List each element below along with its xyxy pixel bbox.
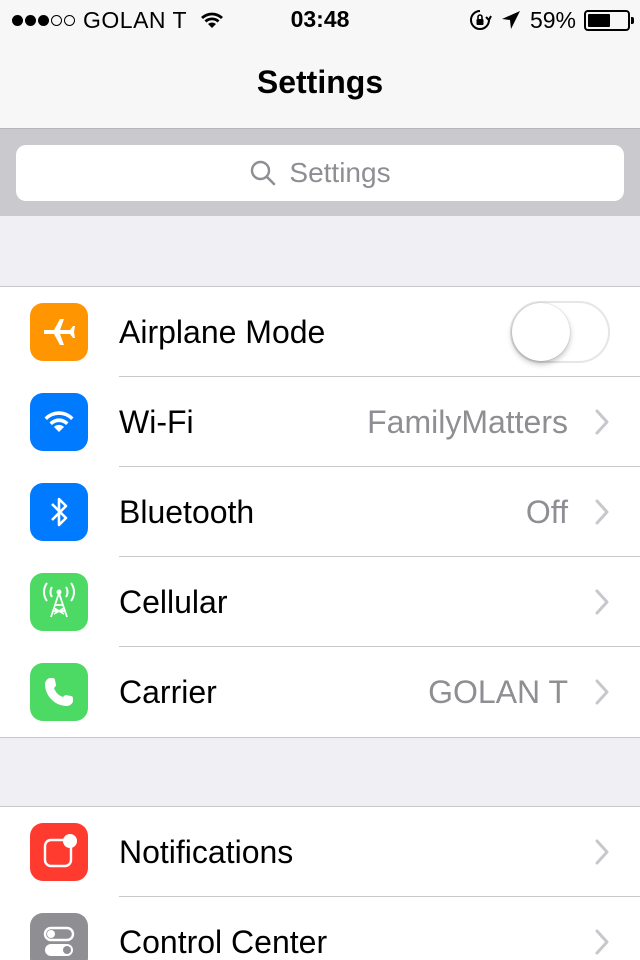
row-airplane-mode[interactable]: Airplane Mode [0, 287, 640, 377]
wifi-icon [30, 393, 88, 451]
notifications-icon [30, 823, 88, 881]
row-label: Carrier [119, 673, 217, 710]
control-center-icon [30, 913, 88, 960]
navigation-bar: Settings [0, 40, 640, 128]
row-wifi[interactable]: Wi-Fi FamilyMatters [0, 377, 640, 467]
chevron-right-icon [595, 409, 609, 435]
row-carrier[interactable]: Carrier GOLAN T [0, 647, 640, 737]
search-bar: Settings [0, 128, 640, 216]
chevron-right-icon [595, 929, 609, 955]
row-value: FamilyMatters [367, 403, 568, 440]
status-right: 59% [468, 0, 634, 40]
chevron-right-icon [595, 499, 609, 525]
location-arrow-icon [501, 11, 520, 29]
settings-group-system: Notifications Control Center [0, 806, 640, 960]
cellular-antenna-icon [30, 573, 88, 631]
search-icon [251, 160, 276, 186]
row-value: GOLAN T [428, 673, 568, 710]
row-value: Off [525, 493, 568, 530]
row-label: Wi-Fi [119, 403, 194, 440]
search-placeholder: Settings [289, 157, 391, 188]
row-notifications[interactable]: Notifications [0, 807, 640, 897]
row-label: Notifications [119, 833, 294, 870]
chevron-right-icon [595, 679, 609, 705]
airplane-icon [30, 303, 88, 361]
phone-icon [30, 663, 88, 721]
search-input[interactable]: Settings [16, 145, 624, 201]
status-bar: GOLAN T 03:48 59% [0, 0, 640, 40]
bluetooth-icon [30, 483, 88, 541]
battery-fill [588, 13, 611, 27]
page-title: Settings [256, 63, 384, 100]
chevron-right-icon [595, 589, 609, 615]
orientation-lock-icon [469, 10, 492, 30]
row-bluetooth[interactable]: Bluetooth Off [0, 467, 640, 557]
battery-percent: 59% [529, 6, 576, 33]
row-label: Bluetooth [119, 493, 255, 530]
airplane-mode-toggle[interactable] [510, 301, 610, 363]
battery-icon [584, 9, 634, 31]
row-cellular[interactable]: Cellular [0, 557, 640, 647]
row-label: Cellular [119, 583, 228, 620]
row-label: Airplane Mode [119, 313, 326, 350]
chevron-right-icon [595, 839, 609, 865]
settings-group-connectivity: Airplane Mode Wi-Fi FamilyMatters Blueto… [0, 286, 640, 738]
row-control-center[interactable]: Control Center [0, 897, 640, 960]
row-label: Control Center [119, 923, 328, 960]
toggle-knob [512, 303, 570, 361]
